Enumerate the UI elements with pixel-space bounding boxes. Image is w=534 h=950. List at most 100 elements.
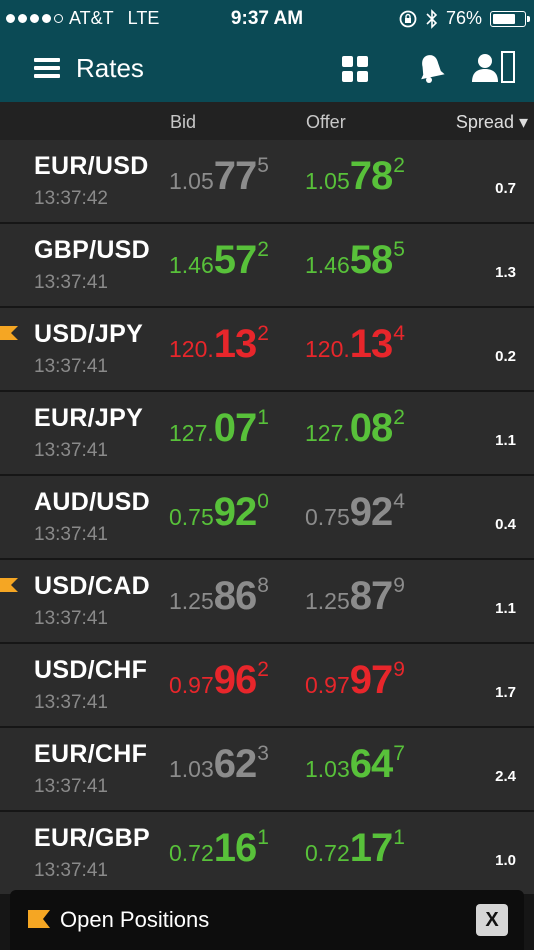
offer-price-prefix: 0.75 bbox=[305, 504, 350, 530]
rate-row[interactable]: USD/CHF 13:37:41 0.97962 0.97979 1.7 bbox=[0, 644, 534, 728]
offer-price-prefix: 1.46 bbox=[305, 252, 350, 278]
bid-price-pips: 92 bbox=[213, 490, 257, 534]
rate-timestamp: 13:37:41 bbox=[34, 776, 108, 797]
rate-row[interactable]: USD/CAD 13:37:41 1.25868 1.25879 1.1 bbox=[0, 560, 534, 644]
rate-timestamp: 13:37:41 bbox=[34, 692, 108, 713]
battery-percent: 76% bbox=[445, 8, 482, 28]
bid-price-fraction: 2 bbox=[257, 658, 269, 681]
offer-price-pips: 17 bbox=[349, 826, 393, 870]
bid-price-fraction: 3 bbox=[257, 742, 269, 765]
spread-value: 1.3 bbox=[495, 264, 516, 281]
bid-price[interactable]: 120.132 bbox=[169, 322, 269, 367]
offer-price-pips: 08 bbox=[349, 406, 393, 450]
bid-price[interactable]: 1.46572 bbox=[169, 238, 269, 283]
spread-sort-button[interactable]: Spread ▾ bbox=[456, 112, 528, 133]
status-right: 76% bbox=[398, 8, 530, 29]
currency-pair: USD/CAD bbox=[34, 572, 150, 600]
rate-timestamp: 13:37:41 bbox=[34, 440, 108, 461]
rate-row[interactable]: AUD/USD 13:37:41 0.75920 0.75924 0.4 bbox=[0, 476, 534, 560]
offer-column-header: Offer bbox=[306, 112, 346, 132]
offer-price-pips: 92 bbox=[349, 490, 393, 534]
offer-price-fraction: 1 bbox=[393, 826, 405, 849]
bid-price-fraction: 2 bbox=[257, 238, 269, 261]
bid-column-header: Bid bbox=[170, 112, 197, 132]
rate-timestamp: 13:37:41 bbox=[34, 608, 108, 629]
rate-row[interactable]: USD/JPY 13:37:41 120.132 120.134 0.2 bbox=[0, 308, 534, 392]
spread-value: 1.1 bbox=[495, 600, 516, 617]
currency-pair: EUR/JPY bbox=[34, 404, 144, 432]
bid-price-pips: 96 bbox=[213, 658, 257, 702]
spread-value: 0.2 bbox=[495, 348, 516, 365]
spread-value: 1.1 bbox=[495, 432, 516, 449]
bid-price-pips: 57 bbox=[213, 238, 257, 282]
offer-price[interactable]: 127.082 bbox=[305, 406, 405, 451]
bid-price-pips: 16 bbox=[213, 826, 257, 870]
offer-price[interactable]: 1.46585 bbox=[305, 238, 405, 283]
offer-price[interactable]: 0.97979 bbox=[305, 658, 405, 703]
rate-timestamp: 13:37:41 bbox=[34, 524, 108, 545]
offer-price[interactable]: 1.05782 bbox=[305, 154, 405, 199]
bid-price[interactable]: 0.97962 bbox=[169, 658, 269, 703]
rate-timestamp: 13:37:41 bbox=[34, 356, 108, 377]
bid-price[interactable]: 127.071 bbox=[169, 406, 269, 451]
spread-value: 1.7 bbox=[495, 684, 516, 701]
menu-icon[interactable] bbox=[34, 58, 60, 78]
grid-icon[interactable] bbox=[342, 56, 368, 82]
offer-price-pips: 13 bbox=[349, 322, 393, 366]
offer-price[interactable]: 1.25879 bbox=[305, 574, 405, 619]
offer-price[interactable]: 1.03647 bbox=[305, 742, 405, 787]
rate-row[interactable]: EUR/USD 13:37:42 1.05775 1.05782 0.7 bbox=[0, 140, 534, 224]
close-button[interactable]: X bbox=[476, 904, 508, 936]
flag-icon bbox=[0, 578, 18, 592]
bid-price[interactable]: 1.25868 bbox=[169, 574, 269, 619]
currency-pair: USD/CHF bbox=[34, 656, 148, 684]
offer-price[interactable]: 0.75924 bbox=[305, 490, 405, 535]
user-icon[interactable] bbox=[470, 50, 518, 86]
bid-price-fraction: 1 bbox=[257, 826, 269, 849]
rate-row[interactable]: EUR/GBP 13:37:41 0.72161 0.72171 1.0 bbox=[0, 812, 534, 896]
offer-price-prefix: 0.97 bbox=[305, 672, 350, 698]
offer-price-prefix: 0.72 bbox=[305, 840, 350, 866]
offer-price-pips: 64 bbox=[349, 742, 393, 786]
rates-list: EUR/USD 13:37:42 1.05775 1.05782 0.7 GBP… bbox=[0, 140, 534, 896]
currency-pair: AUD/USD bbox=[34, 488, 150, 516]
bid-price[interactable]: 1.03623 bbox=[169, 742, 269, 787]
offer-price-fraction: 4 bbox=[393, 490, 405, 513]
offer-price[interactable]: 120.134 bbox=[305, 322, 405, 367]
flag-icon bbox=[0, 326, 18, 340]
bid-price-prefix: 1.05 bbox=[169, 168, 214, 194]
offer-price-fraction: 9 bbox=[393, 658, 405, 681]
offer-price-pips: 78 bbox=[349, 154, 393, 198]
nav-bar: Rates bbox=[0, 36, 534, 102]
bid-price-prefix: 0.72 bbox=[169, 840, 214, 866]
bell-icon[interactable] bbox=[416, 52, 446, 84]
open-positions-bar[interactable]: Open Positions X bbox=[10, 890, 524, 950]
bid-price[interactable]: 1.05775 bbox=[169, 154, 269, 199]
app: AT&T LTE 9:37 AM 76% Rates Bid Offer Spr… bbox=[0, 0, 534, 950]
rate-row[interactable]: EUR/JPY 13:37:41 127.071 127.082 1.1 bbox=[0, 392, 534, 476]
offer-price-prefix: 120. bbox=[305, 336, 350, 362]
bid-price-fraction: 8 bbox=[257, 574, 269, 597]
bid-price-prefix: 1.46 bbox=[169, 252, 214, 278]
page-title: Rates bbox=[76, 53, 144, 83]
offer-price-fraction: 7 bbox=[393, 742, 405, 765]
currency-pair: EUR/CHF bbox=[34, 740, 148, 768]
rotation-lock-icon bbox=[399, 10, 417, 27]
bid-price-pips: 13 bbox=[213, 322, 257, 366]
bid-price[interactable]: 0.75920 bbox=[169, 490, 269, 535]
currency-pair: GBP/USD bbox=[34, 236, 151, 264]
bid-price-pips: 86 bbox=[213, 574, 257, 618]
offer-price-prefix: 1.05 bbox=[305, 168, 350, 194]
bid-price-pips: 62 bbox=[213, 742, 257, 786]
spread-value: 0.4 bbox=[495, 516, 516, 533]
rate-row[interactable]: GBP/USD 13:37:41 1.46572 1.46585 1.3 bbox=[0, 224, 534, 308]
rate-row[interactable]: EUR/CHF 13:37:41 1.03623 1.03647 2.4 bbox=[0, 728, 534, 812]
offer-price-pips: 87 bbox=[349, 574, 393, 618]
bid-price[interactable]: 0.72161 bbox=[169, 826, 269, 871]
offer-price-prefix: 1.03 bbox=[305, 756, 350, 782]
offer-price[interactable]: 0.72171 bbox=[305, 826, 405, 871]
bid-price-pips: 77 bbox=[213, 154, 257, 198]
offer-price-fraction: 4 bbox=[393, 322, 405, 345]
flag-icon bbox=[28, 910, 50, 928]
offer-price-fraction: 9 bbox=[393, 574, 405, 597]
